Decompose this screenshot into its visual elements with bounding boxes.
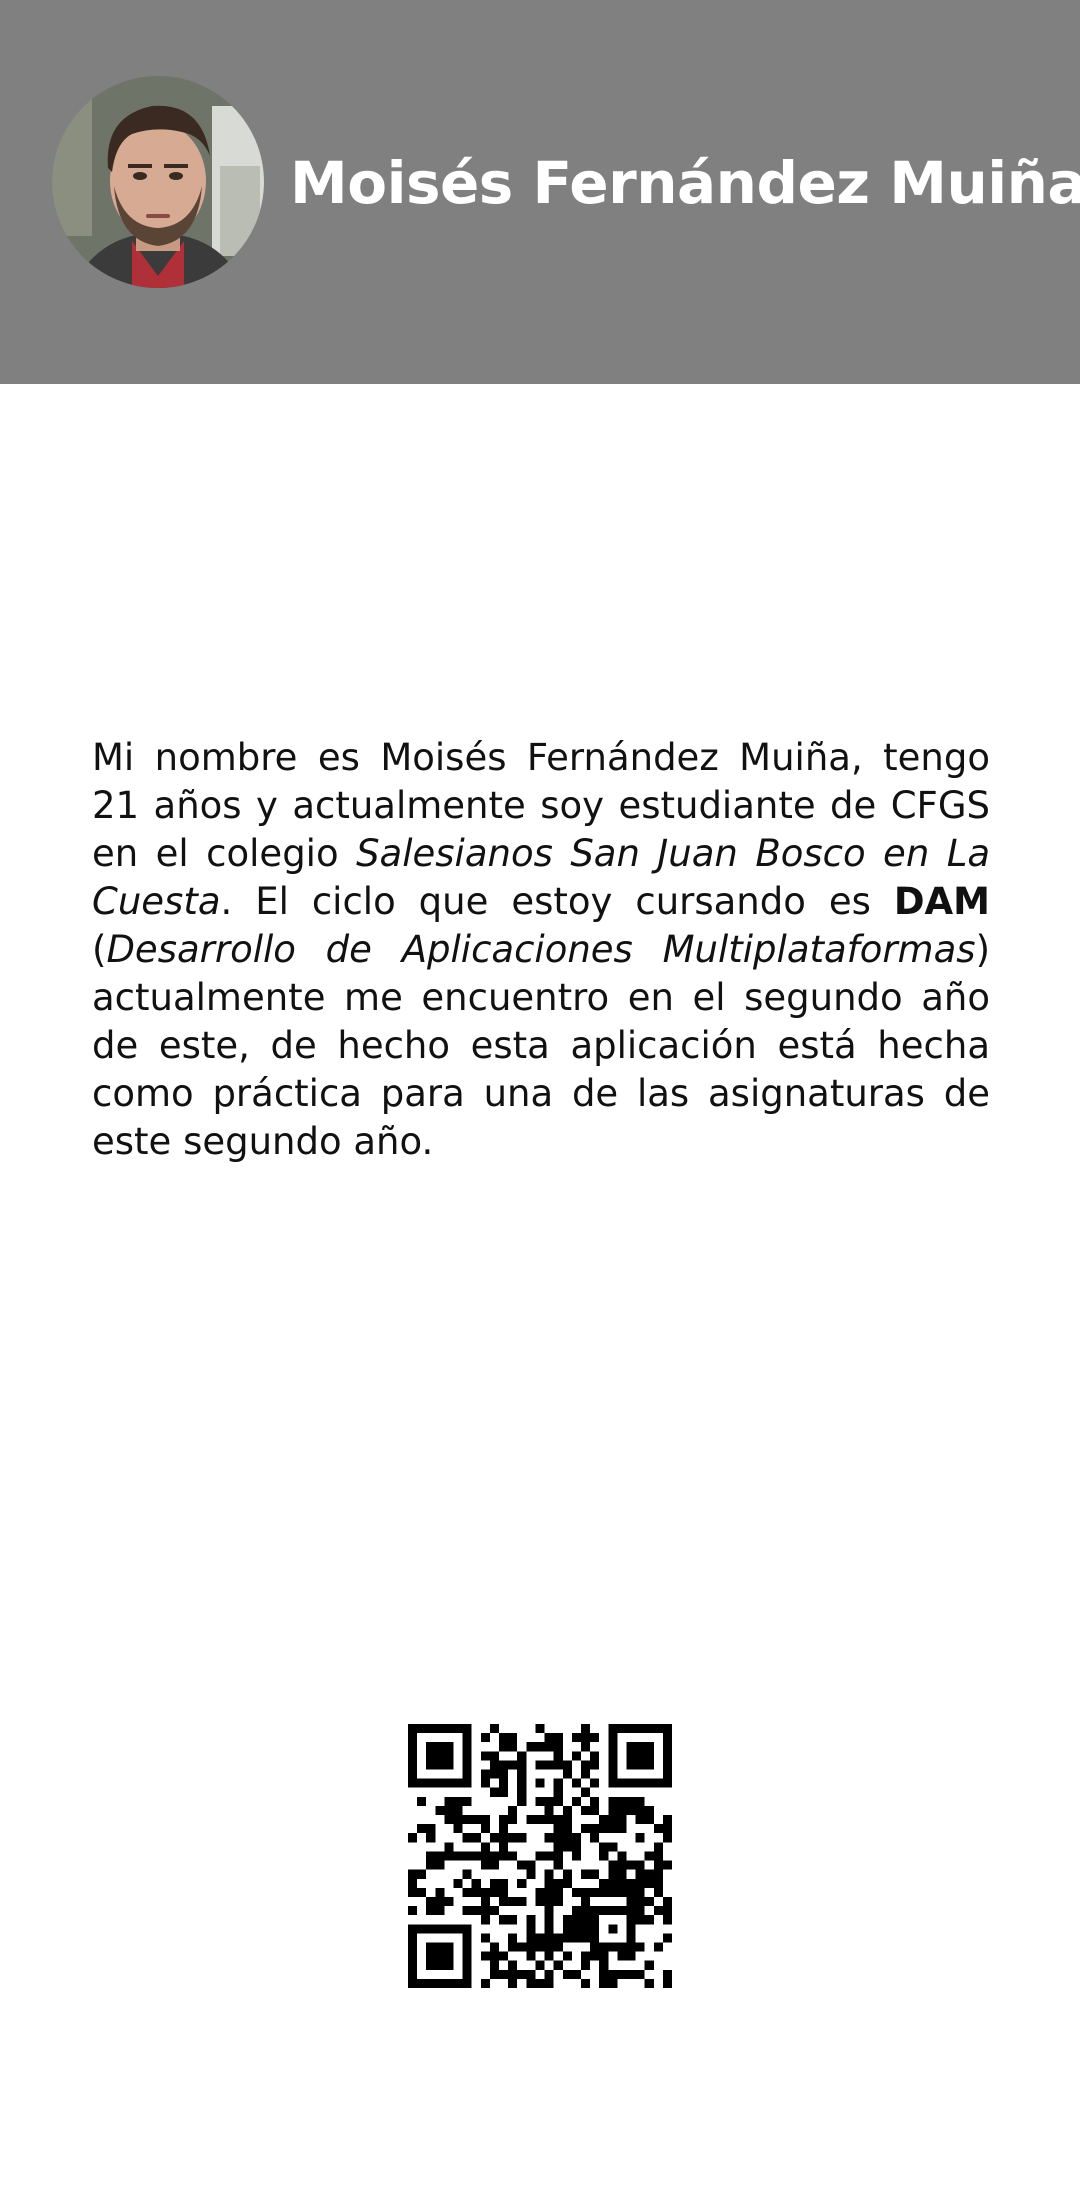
bio-text-part: . El ciclo que estoy cursando es xyxy=(220,880,894,923)
bio-text-part: ( xyxy=(92,928,107,971)
course-full-name: Desarrollo de Aplicaciones Multiplatafor… xyxy=(106,928,976,971)
bio-text: Mi nombre es Moisés Fernández Muiña, ten… xyxy=(92,734,990,1166)
qr-code-icon[interactable] xyxy=(408,1724,672,1988)
profile-name: Moisés Fernández Muiña xyxy=(290,149,1080,217)
profile-header: Moisés Fernández Muiña xyxy=(0,0,1080,384)
avatar-photo-icon xyxy=(52,76,264,288)
course-abbreviation: DAM xyxy=(893,880,990,923)
avatar[interactable] xyxy=(52,76,264,288)
